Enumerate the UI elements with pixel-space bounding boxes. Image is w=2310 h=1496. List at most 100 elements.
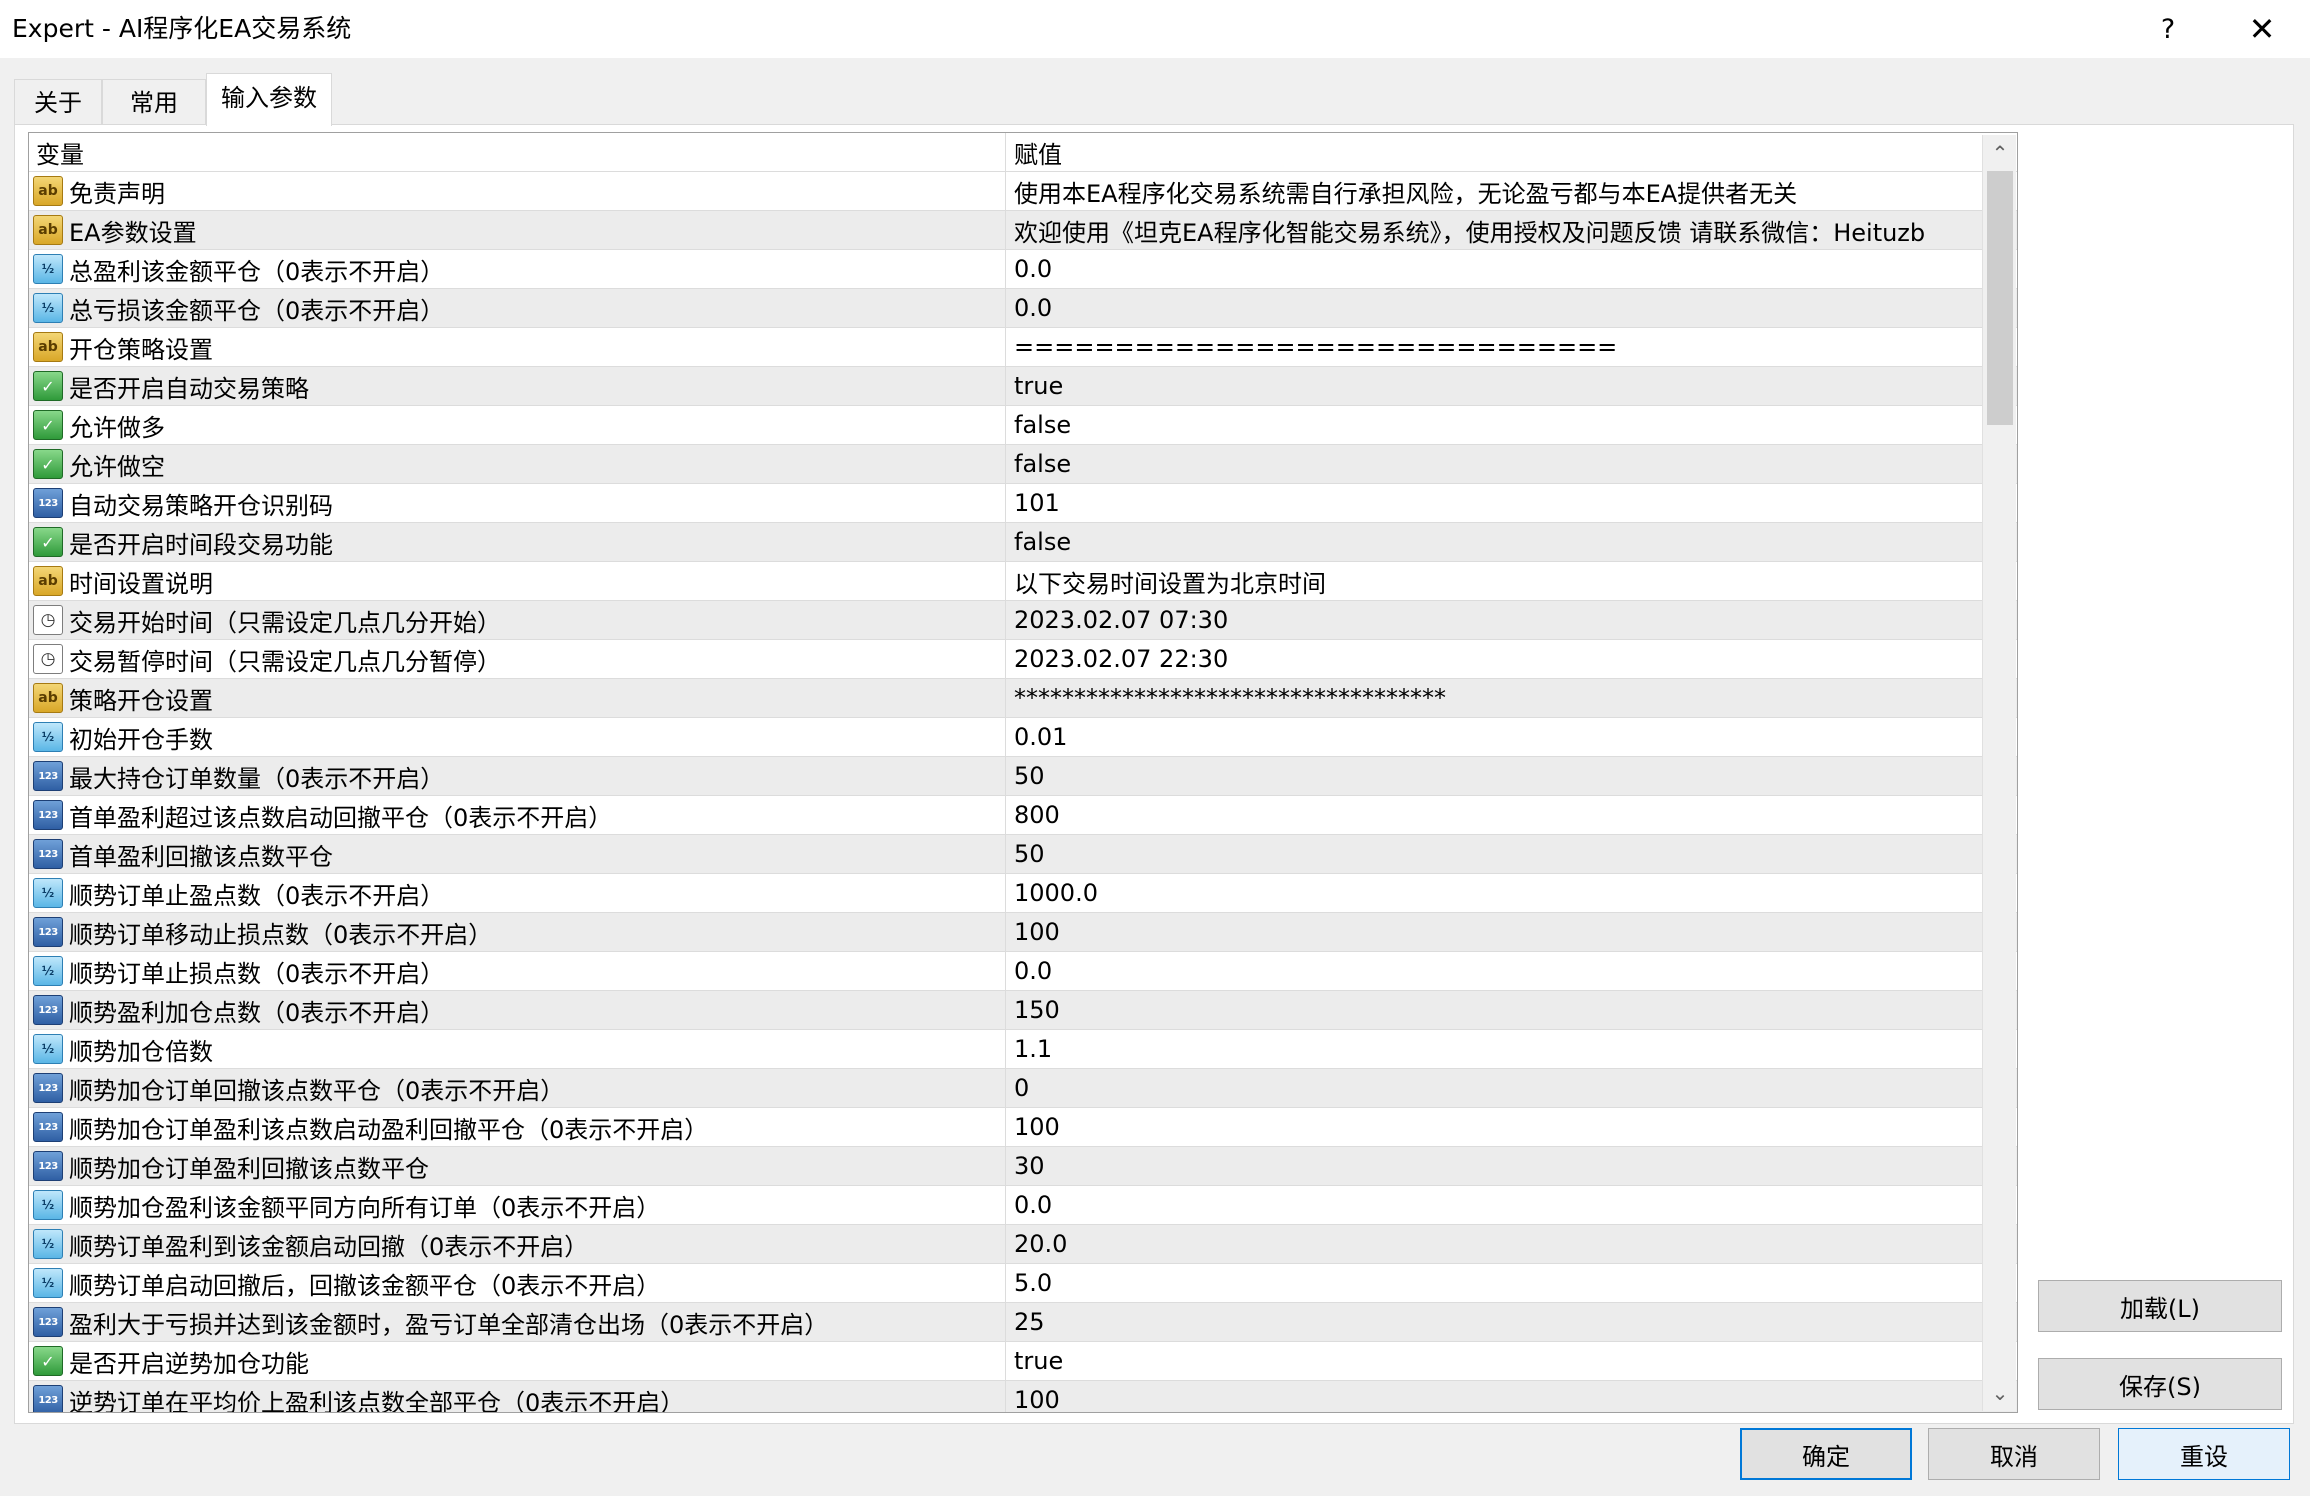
save-button[interactable]: 保存(S) [2038, 1358, 2282, 1410]
parameter-row[interactable]: ✓ 是否开启自动交易策略 true [29, 366, 2017, 405]
scroll-up-icon[interactable]: ⌃ [1983, 135, 2017, 171]
parameter-row[interactable]: ½ 总盈利该金额平仓（0表示不开启） 0.0 [29, 249, 2017, 288]
parameter-row[interactable]: 123 自动交易策略开仓识别码 101 [29, 483, 2017, 522]
parameter-name-cell[interactable]: ab 策略开仓设置 [29, 679, 1006, 717]
parameter-row[interactable]: ✓ 是否开启时间段交易功能 false [29, 522, 2017, 561]
parameter-row[interactable]: ½ 顺势订单启动回撤后，回撤该金额平仓（0表示不开启） 5.0 [29, 1263, 2017, 1302]
parameter-row[interactable]: ✓ 允许做空 false [29, 444, 2017, 483]
parameter-row[interactable]: 123 逆势订单在平均价上盈利该点数全部平仓（0表示不开启） 100 [29, 1380, 2017, 1412]
parameter-row[interactable]: ½ 初始开仓手数 0.01 [29, 717, 2017, 756]
parameter-name-cell[interactable]: 123 自动交易策略开仓识别码 [29, 484, 1006, 522]
parameter-value-cell[interactable]: 0.0 [1006, 952, 2017, 990]
parameter-name-cell[interactable]: ½ 顺势加仓倍数 [29, 1030, 1006, 1068]
scrollbar-thumb[interactable] [1987, 171, 2013, 425]
ok-button[interactable]: 确定 [1740, 1428, 1912, 1480]
load-button[interactable]: 加载(L) [2038, 1280, 2282, 1332]
header-variable[interactable]: 变量 [29, 133, 1006, 171]
parameter-row[interactable]: ✓ 允许做多 false [29, 405, 2017, 444]
parameter-name-cell[interactable]: ½ 总亏损该金额平仓（0表示不开启） [29, 289, 1006, 327]
parameter-value-cell[interactable]: false [1006, 523, 2017, 561]
help-button[interactable]: ? [2138, 8, 2198, 50]
parameter-name-cell[interactable]: ½ 总盈利该金额平仓（0表示不开启） [29, 250, 1006, 288]
parameter-name-cell[interactable]: 123 顺势加仓订单盈利回撤该点数平仓 [29, 1147, 1006, 1185]
parameter-row[interactable]: 123 顺势订单移动止损点数（0表示不开启） 100 [29, 912, 2017, 951]
parameter-row[interactable]: 123 顺势盈利加仓点数（0表示不开启） 150 [29, 990, 2017, 1029]
tab-inputs[interactable]: 输入参数 [206, 73, 332, 126]
parameter-value-cell[interactable]: 0.01 [1006, 718, 2017, 756]
parameter-name-cell[interactable]: ✓ 是否开启时间段交易功能 [29, 523, 1006, 561]
parameter-value-cell[interactable]: 100 [1006, 1381, 2017, 1412]
parameter-name-cell[interactable]: ✓ 是否开启逆势加仓功能 [29, 1342, 1006, 1380]
parameter-name-cell[interactable]: ◷ 交易开始时间（只需设定几点几分开始） [29, 601, 1006, 639]
parameter-value-cell[interactable]: false [1006, 445, 2017, 483]
reset-button[interactable]: 重设 [2118, 1428, 2290, 1480]
tab-about[interactable]: 关于 [14, 79, 102, 125]
parameter-name-cell[interactable]: ◷ 交易暂停时间（只需设定几点几分暂停） [29, 640, 1006, 678]
parameter-name-cell[interactable]: ✓ 允许做多 [29, 406, 1006, 444]
parameter-value-cell[interactable]: 2023.02.07 07:30 [1006, 601, 2017, 639]
tab-general[interactable]: 常用 [102, 79, 206, 125]
parameter-name-cell[interactable]: ab 免责声明 [29, 172, 1006, 210]
parameter-value-cell[interactable]: 0 [1006, 1069, 2017, 1107]
parameter-value-cell[interactable]: 欢迎使用《坦克EA程序化智能交易系统》，使用授权及问题反馈 请联系微信：Heit… [1006, 211, 2017, 249]
parameter-value-cell[interactable]: 5.0 [1006, 1264, 2017, 1302]
header-value[interactable]: 赋值 [1006, 133, 2017, 171]
parameter-name-cell[interactable]: ½ 顺势订单启动回撤后，回撤该金额平仓（0表示不开启） [29, 1264, 1006, 1302]
parameter-row[interactable]: ½ 顺势订单盈利到该金额启动回撤（0表示不开启） 20.0 [29, 1224, 2017, 1263]
parameter-row[interactable]: ½ 顺势订单止盈点数（0表示不开启） 1000.0 [29, 873, 2017, 912]
parameter-row[interactable]: 123 顺势加仓订单回撤该点数平仓（0表示不开启） 0 [29, 1068, 2017, 1107]
parameter-row[interactable]: ½ 总亏损该金额平仓（0表示不开启） 0.0 [29, 288, 2017, 327]
parameter-name-cell[interactable]: ½ 顺势订单盈利到该金额启动回撤（0表示不开启） [29, 1225, 1006, 1263]
cancel-button[interactable]: 取消 [1928, 1428, 2100, 1480]
parameter-row[interactable]: ½ 顺势订单止损点数（0表示不开启） 0.0 [29, 951, 2017, 990]
parameter-name-cell[interactable]: 123 盈利大于亏损并达到该金额时，盈亏订单全部清仓出场（0表示不开启） [29, 1303, 1006, 1341]
parameter-row[interactable]: ab 策略开仓设置 ********************************… [29, 678, 2017, 717]
parameter-value-cell[interactable]: 使用本EA程序化交易系统需自行承担风险，无论盈亏都与本EA提供者无关 [1006, 172, 2017, 210]
parameter-row[interactable]: 123 顺势加仓订单盈利回撤该点数平仓 30 [29, 1146, 2017, 1185]
parameter-value-cell[interactable]: 1000.0 [1006, 874, 2017, 912]
parameter-row[interactable]: 123 盈利大于亏损并达到该金额时，盈亏订单全部清仓出场（0表示不开启） 25 [29, 1302, 2017, 1341]
parameter-row[interactable]: ab 免责声明 使用本EA程序化交易系统需自行承担风险，无论盈亏都与本EA提供者无关 [29, 171, 2017, 210]
parameter-name-cell[interactable]: 123 顺势订单移动止损点数（0表示不开启） [29, 913, 1006, 951]
parameter-row[interactable]: ab EA参数设置 欢迎使用《坦克EA程序化智能交易系统》，使用授权及问题反馈 请联… [29, 210, 2017, 249]
parameter-row[interactable]: ab 开仓策略设置 ============================== [29, 327, 2017, 366]
parameter-name-cell[interactable]: 123 顺势加仓订单回撤该点数平仓（0表示不开启） [29, 1069, 1006, 1107]
parameter-value-cell[interactable]: 50 [1006, 835, 2017, 873]
parameter-name-cell[interactable]: ✓ 是否开启自动交易策略 [29, 367, 1006, 405]
parameter-value-cell[interactable]: 50 [1006, 757, 2017, 795]
parameter-value-cell[interactable]: 0.0 [1006, 1186, 2017, 1224]
parameter-name-cell[interactable]: 123 最大持仓订单数量（0表示不开启） [29, 757, 1006, 795]
parameter-value-cell[interactable]: 150 [1006, 991, 2017, 1029]
parameter-row[interactable]: ◷ 交易暂停时间（只需设定几点几分暂停） 2023.02.07 22:30 [29, 639, 2017, 678]
parameter-value-cell[interactable]: 100 [1006, 913, 2017, 951]
parameter-value-cell[interactable]: true [1006, 1342, 2017, 1380]
parameter-value-cell[interactable]: 25 [1006, 1303, 2017, 1341]
parameter-row[interactable]: 123 首单盈利回撤该点数平仓 50 [29, 834, 2017, 873]
parameter-value-cell[interactable]: 30 [1006, 1147, 2017, 1185]
vertical-scrollbar[interactable]: ⌃ ⌄ [1982, 135, 2016, 1411]
parameter-value-cell[interactable]: 800 [1006, 796, 2017, 834]
parameter-value-cell[interactable]: true [1006, 367, 2017, 405]
parameter-name-cell[interactable]: 123 顺势加仓订单盈利该点数启动盈利回撤平仓（0表示不开启） [29, 1108, 1006, 1146]
parameter-row[interactable]: ab 时间设置说明 以下交易时间设置为北京时间 [29, 561, 2017, 600]
parameter-name-cell[interactable]: ab 时间设置说明 [29, 562, 1006, 600]
parameter-name-cell[interactable]: ½ 顺势加仓盈利该金额平同方向所有订单（0表示不开启） [29, 1186, 1006, 1224]
parameter-row[interactable]: ◷ 交易开始时间（只需设定几点几分开始） 2023.02.07 07:30 [29, 600, 2017, 639]
parameter-name-cell[interactable]: ab EA参数设置 [29, 211, 1006, 249]
parameter-name-cell[interactable]: 123 顺势盈利加仓点数（0表示不开启） [29, 991, 1006, 1029]
parameter-row[interactable]: 123 最大持仓订单数量（0表示不开启） 50 [29, 756, 2017, 795]
parameter-value-cell[interactable]: 0.0 [1006, 250, 2017, 288]
parameter-value-cell[interactable]: 2023.02.07 22:30 [1006, 640, 2017, 678]
parameter-row[interactable]: 123 首单盈利超过该点数启动回撤平仓（0表示不开启） 800 [29, 795, 2017, 834]
parameter-value-cell[interactable]: 1.1 [1006, 1030, 2017, 1068]
parameter-name-cell[interactable]: 123 首单盈利回撤该点数平仓 [29, 835, 1006, 873]
parameter-value-cell[interactable]: 0.0 [1006, 289, 2017, 327]
parameter-value-cell[interactable]: 以下交易时间设置为北京时间 [1006, 562, 2017, 600]
parameter-value-cell[interactable]: false [1006, 406, 2017, 444]
parameter-value-cell[interactable]: 100 [1006, 1108, 2017, 1146]
parameter-name-cell[interactable]: ½ 顺势订单止盈点数（0表示不开启） [29, 874, 1006, 912]
parameter-name-cell[interactable]: ab 开仓策略设置 [29, 328, 1006, 366]
parameter-name-cell[interactable]: 123 逆势订单在平均价上盈利该点数全部平仓（0表示不开启） [29, 1381, 1006, 1412]
close-button[interactable]: ✕ [2232, 8, 2292, 50]
parameter-value-cell[interactable]: ************************************ [1006, 679, 2017, 717]
